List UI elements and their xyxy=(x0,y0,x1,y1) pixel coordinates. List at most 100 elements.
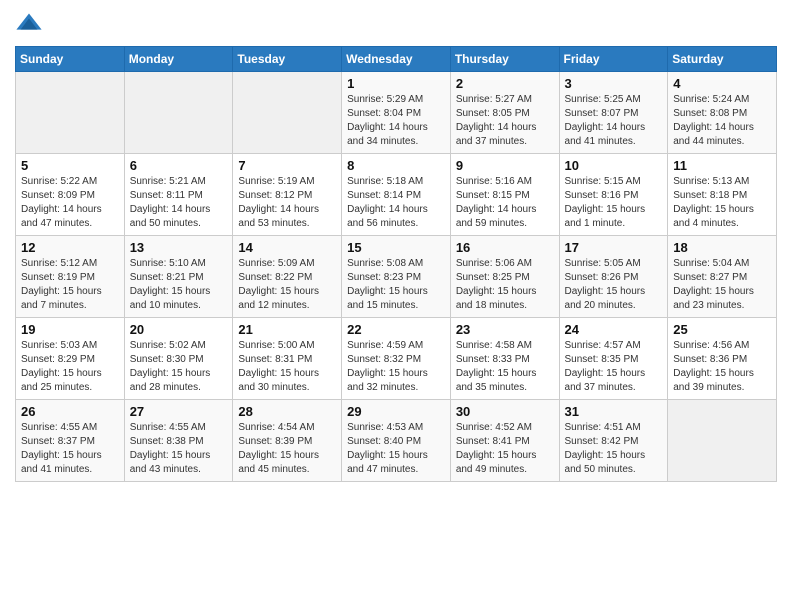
day-number: 29 xyxy=(347,404,445,419)
day-number: 2 xyxy=(456,76,554,91)
calendar-cell: 29 Sunrise: 4:53 AM Sunset: 8:40 PM Dayli… xyxy=(342,400,451,482)
day-number: 17 xyxy=(565,240,663,255)
day-info: Sunrise: 5:25 AM Sunset: 8:07 PM Dayligh… xyxy=(565,93,663,149)
day-info: Sunrise: 5:13 AM Sunset: 8:18 PM Dayligh… xyxy=(673,175,771,231)
weekday-header-tuesday: Tuesday xyxy=(233,47,342,72)
calendar-cell: 26 Sunrise: 4:55 AM Sunset: 8:37 PM Dayli… xyxy=(16,400,125,482)
calendar-cell: 22 Sunrise: 4:59 AM Sunset: 8:32 PM Dayli… xyxy=(342,318,451,400)
day-number: 3 xyxy=(565,76,663,91)
calendar-cell: 3 Sunrise: 5:25 AM Sunset: 8:07 PM Daylig… xyxy=(559,72,668,154)
calendar-header: SundayMondayTuesdayWednesdayThursdayFrid… xyxy=(16,47,777,72)
day-number: 10 xyxy=(565,158,663,173)
calendar-cell xyxy=(16,72,125,154)
day-info: Sunrise: 4:52 AM Sunset: 8:41 PM Dayligh… xyxy=(456,421,554,477)
day-info: Sunrise: 5:24 AM Sunset: 8:08 PM Dayligh… xyxy=(673,93,771,149)
day-info: Sunrise: 5:08 AM Sunset: 8:23 PM Dayligh… xyxy=(347,257,445,313)
day-number: 18 xyxy=(673,240,771,255)
day-number: 22 xyxy=(347,322,445,337)
week-row-1: 1 Sunrise: 5:29 AM Sunset: 8:04 PM Daylig… xyxy=(16,72,777,154)
day-number: 14 xyxy=(238,240,336,255)
calendar-cell: 10 Sunrise: 5:15 AM Sunset: 8:16 PM Dayli… xyxy=(559,154,668,236)
calendar-cell: 30 Sunrise: 4:52 AM Sunset: 8:41 PM Dayli… xyxy=(450,400,559,482)
header xyxy=(15,10,777,38)
day-info: Sunrise: 5:15 AM Sunset: 8:16 PM Dayligh… xyxy=(565,175,663,231)
calendar-cell: 25 Sunrise: 4:56 AM Sunset: 8:36 PM Dayli… xyxy=(668,318,777,400)
day-info: Sunrise: 5:04 AM Sunset: 8:27 PM Dayligh… xyxy=(673,257,771,313)
calendar-cell: 14 Sunrise: 5:09 AM Sunset: 8:22 PM Dayli… xyxy=(233,236,342,318)
weekday-header-saturday: Saturday xyxy=(668,47,777,72)
calendar-cell: 28 Sunrise: 4:54 AM Sunset: 8:39 PM Dayli… xyxy=(233,400,342,482)
calendar-body: 1 Sunrise: 5:29 AM Sunset: 8:04 PM Daylig… xyxy=(16,72,777,482)
calendar-cell: 9Sunrise: 5:16 AM Sunset: 8:15 PM Daylig… xyxy=(450,154,559,236)
day-number: 25 xyxy=(673,322,771,337)
calendar-cell: 31Sunrise: 4:51 AM Sunset: 8:42 PM Dayli… xyxy=(559,400,668,482)
weekday-header-thursday: Thursday xyxy=(450,47,559,72)
day-number: 24 xyxy=(565,322,663,337)
calendar-cell xyxy=(233,72,342,154)
calendar-cell: 17 Sunrise: 5:05 AM Sunset: 8:26 PM Dayli… xyxy=(559,236,668,318)
calendar-cell: 6 Sunrise: 5:21 AM Sunset: 8:11 PM Daylig… xyxy=(124,154,233,236)
day-number: 30 xyxy=(456,404,554,419)
day-number: 16 xyxy=(456,240,554,255)
calendar-cell: 21 Sunrise: 5:00 AM Sunset: 8:31 PM Dayli… xyxy=(233,318,342,400)
day-info: Sunrise: 5:29 AM Sunset: 8:04 PM Dayligh… xyxy=(347,93,445,149)
day-number: 15 xyxy=(347,240,445,255)
week-row-3: 12 Sunrise: 5:12 AM Sunset: 8:19 PM Dayli… xyxy=(16,236,777,318)
day-number: 26 xyxy=(21,404,119,419)
calendar-cell: 19Sunrise: 5:03 AM Sunset: 8:29 PM Dayli… xyxy=(16,318,125,400)
day-number: 5 xyxy=(21,158,119,173)
calendar-cell: 15 Sunrise: 5:08 AM Sunset: 8:23 PM Dayli… xyxy=(342,236,451,318)
week-row-4: 19Sunrise: 5:03 AM Sunset: 8:29 PM Dayli… xyxy=(16,318,777,400)
day-number: 8 xyxy=(347,158,445,173)
weekday-header-row: SundayMondayTuesdayWednesdayThursdayFrid… xyxy=(16,47,777,72)
day-info: Sunrise: 5:22 AM Sunset: 8:09 PM Dayligh… xyxy=(21,175,119,231)
calendar-cell: 8 Sunrise: 5:18 AM Sunset: 8:14 PM Daylig… xyxy=(342,154,451,236)
day-number: 27 xyxy=(130,404,228,419)
calendar-cell: 24Sunrise: 4:57 AM Sunset: 8:35 PM Dayli… xyxy=(559,318,668,400)
day-info: Sunrise: 4:56 AM Sunset: 8:36 PM Dayligh… xyxy=(673,339,771,395)
day-number: 6 xyxy=(130,158,228,173)
calendar-table: SundayMondayTuesdayWednesdayThursdayFrid… xyxy=(15,46,777,482)
day-info: Sunrise: 4:58 AM Sunset: 8:33 PM Dayligh… xyxy=(456,339,554,395)
day-info: Sunrise: 5:02 AM Sunset: 8:30 PM Dayligh… xyxy=(130,339,228,395)
day-info: Sunrise: 4:55 AM Sunset: 8:37 PM Dayligh… xyxy=(21,421,119,477)
day-info: Sunrise: 5:18 AM Sunset: 8:14 PM Dayligh… xyxy=(347,175,445,231)
day-number: 20 xyxy=(130,322,228,337)
day-info: Sunrise: 4:59 AM Sunset: 8:32 PM Dayligh… xyxy=(347,339,445,395)
calendar-cell: 5 Sunrise: 5:22 AM Sunset: 8:09 PM Daylig… xyxy=(16,154,125,236)
calendar-cell: 18 Sunrise: 5:04 AM Sunset: 8:27 PM Dayli… xyxy=(668,236,777,318)
calendar-cell: 4Sunrise: 5:24 AM Sunset: 8:08 PM Daylig… xyxy=(668,72,777,154)
calendar-cell: 12 Sunrise: 5:12 AM Sunset: 8:19 PM Dayli… xyxy=(16,236,125,318)
day-number: 21 xyxy=(238,322,336,337)
calendar-cell: 11 Sunrise: 5:13 AM Sunset: 8:18 PM Dayli… xyxy=(668,154,777,236)
day-info: Sunrise: 5:00 AM Sunset: 8:31 PM Dayligh… xyxy=(238,339,336,395)
day-info: Sunrise: 5:10 AM Sunset: 8:21 PM Dayligh… xyxy=(130,257,228,313)
calendar-cell: 16Sunrise: 5:06 AM Sunset: 8:25 PM Dayli… xyxy=(450,236,559,318)
logo-icon xyxy=(15,10,43,38)
calendar-cell: 23 Sunrise: 4:58 AM Sunset: 8:33 PM Dayli… xyxy=(450,318,559,400)
weekday-header-sunday: Sunday xyxy=(16,47,125,72)
day-number: 11 xyxy=(673,158,771,173)
day-info: Sunrise: 4:53 AM Sunset: 8:40 PM Dayligh… xyxy=(347,421,445,477)
day-info: Sunrise: 5:09 AM Sunset: 8:22 PM Dayligh… xyxy=(238,257,336,313)
day-number: 28 xyxy=(238,404,336,419)
day-info: Sunrise: 5:12 AM Sunset: 8:19 PM Dayligh… xyxy=(21,257,119,313)
week-row-2: 5 Sunrise: 5:22 AM Sunset: 8:09 PM Daylig… xyxy=(16,154,777,236)
calendar-cell xyxy=(668,400,777,482)
logo xyxy=(15,10,47,38)
day-info: Sunrise: 5:05 AM Sunset: 8:26 PM Dayligh… xyxy=(565,257,663,313)
day-info: Sunrise: 5:27 AM Sunset: 8:05 PM Dayligh… xyxy=(456,93,554,149)
day-number: 31 xyxy=(565,404,663,419)
page: SundayMondayTuesdayWednesdayThursdayFrid… xyxy=(0,0,792,497)
day-number: 12 xyxy=(21,240,119,255)
day-info: Sunrise: 5:21 AM Sunset: 8:11 PM Dayligh… xyxy=(130,175,228,231)
calendar-cell: 7Sunrise: 5:19 AM Sunset: 8:12 PM Daylig… xyxy=(233,154,342,236)
day-number: 13 xyxy=(130,240,228,255)
calendar-cell: 20 Sunrise: 5:02 AM Sunset: 8:30 PM Dayli… xyxy=(124,318,233,400)
day-number: 23 xyxy=(456,322,554,337)
day-number: 1 xyxy=(347,76,445,91)
day-info: Sunrise: 5:16 AM Sunset: 8:15 PM Dayligh… xyxy=(456,175,554,231)
day-info: Sunrise: 5:19 AM Sunset: 8:12 PM Dayligh… xyxy=(238,175,336,231)
day-info: Sunrise: 4:54 AM Sunset: 8:39 PM Dayligh… xyxy=(238,421,336,477)
calendar-cell: 13 Sunrise: 5:10 AM Sunset: 8:21 PM Dayli… xyxy=(124,236,233,318)
